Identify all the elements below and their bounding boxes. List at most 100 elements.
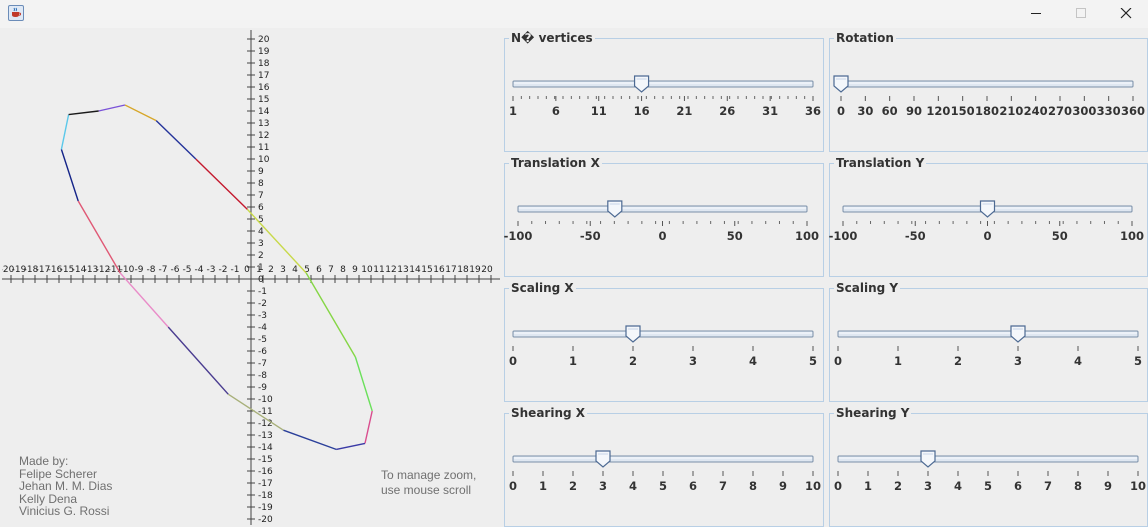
polygon-edge — [336, 442, 366, 451]
x-tick-label: 3 — [280, 265, 286, 275]
x-tick-label: 16 — [433, 265, 445, 275]
slider-tick-label: 9 — [779, 479, 787, 493]
slider-thumb[interactable] — [979, 200, 996, 218]
minimize-button[interactable] — [1013, 0, 1059, 28]
java-cup-icon — [8, 5, 24, 21]
slider-track[interactable] — [517, 205, 808, 213]
slider-tick-label: 4 — [749, 354, 757, 368]
slider-graphic: 0 1 2 3 4 5 6 7 8 9 10 — [509, 450, 821, 493]
slider-tick-label: 0 — [509, 479, 517, 493]
y-tick-label: 8 — [258, 179, 264, 189]
title-bar — [0, 0, 1148, 28]
x-tick-label: -3 — [207, 265, 216, 275]
slider-tick-label: 3 — [1014, 354, 1022, 368]
x-tick-label: -4 — [195, 265, 204, 275]
slider-tick-label: 7 — [1044, 479, 1052, 493]
polygon-edge — [77, 200, 121, 274]
x-tick-label: -9 — [135, 265, 144, 275]
polygon-edge — [155, 120, 197, 160]
panel-title: Rotation — [834, 31, 896, 45]
close-button[interactable] — [1103, 0, 1148, 28]
slider-thumb[interactable] — [607, 200, 623, 218]
slider-tick-label: 10 — [805, 479, 821, 493]
slider-tick-label: 270 — [1048, 104, 1072, 118]
polygon-edge — [60, 149, 79, 202]
slider-tick-label: 2 — [629, 354, 637, 368]
slider-track[interactable] — [837, 455, 1139, 463]
x-tick-label: 11 — [373, 265, 384, 275]
slider-tick-label: 6 — [689, 479, 697, 493]
slider-thumb[interactable] — [595, 450, 611, 468]
slider-tick-label: -50 — [905, 229, 926, 243]
slider-tick-label: 8 — [1074, 479, 1082, 493]
y-tick-label: -15 — [258, 455, 273, 465]
y-tick-label: -20 — [258, 515, 273, 525]
cartesian-plane[interactable]: -20-19-18-17-16-15-14-13-12-11-10-9-8-7-… — [2, 30, 500, 525]
y-tick-label: 17 — [258, 71, 269, 81]
close-icon — [1120, 8, 1132, 19]
y-tick-label: 4 — [258, 227, 264, 237]
x-tick-label: 13 — [397, 265, 408, 275]
y-tick-label: -3 — [258, 311, 267, 321]
y-tick-label: -14 — [258, 443, 273, 453]
minimize-icon — [1031, 13, 1041, 14]
slider-tick-label: 30 — [857, 104, 873, 118]
x-tick-label: -6 — [171, 265, 180, 275]
y-tick-label: -8 — [258, 371, 267, 381]
slider-tick-label: 50 — [1052, 229, 1068, 243]
y-tick-label: 13 — [258, 119, 269, 129]
y-tick-label: 15 — [258, 95, 269, 105]
slider-graphic: -100 -50 0 50 100 — [504, 200, 819, 243]
zoom-hint-line: To manage zoom, — [381, 468, 477, 482]
x-tick-label: 4 — [292, 265, 298, 275]
slider-tick-label: 0 — [834, 479, 842, 493]
polygon-edge — [227, 393, 284, 431]
y-tick-label: 6 — [258, 203, 264, 213]
y-tick-label: -19 — [258, 503, 273, 513]
slider-tick-label: 90 — [906, 104, 922, 118]
polygon-edge — [283, 429, 337, 451]
slider-thumb[interactable] — [625, 325, 641, 343]
slider-tick-label: 9 — [1104, 479, 1112, 493]
slider-track[interactable] — [512, 80, 814, 88]
slider-tick-label: 2 — [954, 354, 962, 368]
x-tick-label: -5 — [183, 265, 192, 275]
slider-tick-label: 2 — [569, 479, 577, 493]
slider-track[interactable] — [512, 455, 814, 463]
slider-tick-label: 0 — [509, 354, 517, 368]
y-tick-label: 1 — [258, 263, 264, 273]
slider-tick-label: 7 — [719, 479, 727, 493]
slider-thumb[interactable] — [920, 450, 936, 468]
slider-tick-label: 0 — [837, 104, 845, 118]
y-tick-label: -9 — [258, 383, 267, 393]
slider-track[interactable] — [512, 330, 814, 338]
y-tick-label: -5 — [258, 335, 267, 345]
slider-thumb[interactable] — [833, 75, 849, 93]
y-tick-label: -2 — [258, 299, 267, 309]
slider-thumb[interactable] — [1010, 325, 1026, 343]
slider-tick-label: 26 — [719, 104, 735, 118]
y-tick-label: 12 — [258, 131, 269, 141]
slider-tick-label: 100 — [1120, 229, 1144, 243]
credits-heading: Made by: — [19, 454, 69, 468]
slider-thumb[interactable] — [633, 75, 650, 93]
slider-tick-label: 1 — [569, 354, 577, 368]
slider-tick-label: 2 — [894, 479, 902, 493]
maximize-button[interactable] — [1058, 0, 1104, 28]
slider-track[interactable] — [837, 330, 1139, 338]
x-tick-label: 15 — [421, 265, 432, 275]
slider-tick-label: -100 — [829, 229, 858, 243]
slider-tick-label: 180 — [975, 104, 999, 118]
y-tick-label: 7 — [258, 191, 264, 201]
y-tick-label: 9 — [258, 167, 264, 177]
slider-tick-label: 0 — [983, 229, 991, 243]
slider-tick-label: 60 — [882, 104, 898, 118]
x-tick-label: -1 — [231, 265, 240, 275]
y-tick-label: -4 — [258, 323, 267, 333]
slider-tick-label: 5 — [1134, 354, 1142, 368]
slider-tick-label: 240 — [1024, 104, 1048, 118]
slider-tick-label: 0 — [834, 354, 842, 368]
slider-track[interactable] — [840, 80, 1134, 88]
slider-tick-label: 150 — [951, 104, 975, 118]
x-tick-label: 19 — [469, 265, 481, 275]
